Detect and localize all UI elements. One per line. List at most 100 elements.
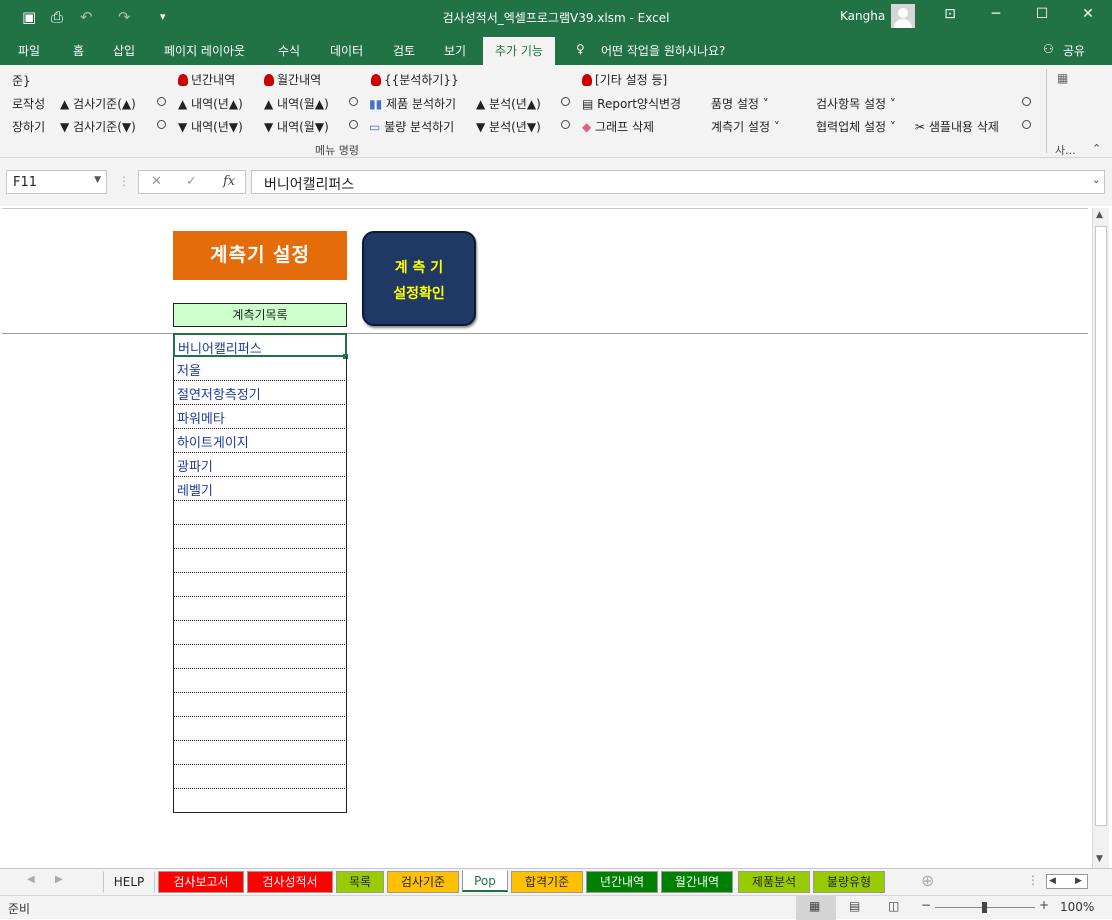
scroll-up-icon[interactable]: ▲	[1096, 210, 1103, 220]
list-cell[interactable]	[173, 549, 347, 573]
close-icon[interactable]: ✕	[1073, 6, 1103, 22]
sheet-tab-inspection-standard[interactable]: 검사기준	[387, 871, 459, 893]
scroll-down-icon[interactable]: ▼	[1096, 854, 1103, 864]
option-circle[interactable]	[1022, 120, 1031, 129]
share-icon[interactable]: ⚇	[1043, 42, 1054, 56]
zoom-out-icon[interactable]: −	[921, 898, 931, 912]
zoom-level[interactable]: 100%	[1060, 900, 1094, 914]
list-cell[interactable]	[173, 669, 347, 693]
ribbon-item-create[interactable]: 로작성	[12, 95, 45, 112]
cancel-icon[interactable]: ✕	[151, 174, 162, 189]
sheet-tab-defect-type[interactable]: 불량유형	[813, 871, 885, 893]
vertical-scrollbar[interactable]: ▲ ▼	[1092, 208, 1109, 868]
sheet-tab-product-analysis[interactable]: 제품분석	[738, 871, 810, 893]
scroll-left-icon[interactable]: ◀	[27, 874, 35, 885]
list-cell[interactable]	[173, 501, 347, 525]
ribbon-collapsed-group[interactable]: 사...	[1055, 142, 1076, 158]
ribbon-item-standard-up[interactable]: ▲ 검사기준(▲)	[60, 95, 136, 112]
list-cell[interactable]	[173, 573, 347, 597]
list-cell[interactable]	[173, 693, 347, 717]
option-circle[interactable]	[157, 120, 166, 129]
scroll-right-icon[interactable]: ▶	[1075, 876, 1082, 886]
list-cell[interactable]	[173, 741, 347, 765]
grid-icon[interactable]: ▦	[1057, 71, 1068, 85]
sheet-tab-yearly[interactable]: 년간내역	[586, 871, 658, 893]
list-cell[interactable]: 저울	[173, 357, 347, 381]
list-cell[interactable]: 광파기	[173, 453, 347, 477]
minimize-icon[interactable]: ─	[981, 6, 1011, 22]
ribbon-item-monthly-down[interactable]: ▼ 내역(월▼)	[264, 118, 329, 135]
sheet-tab-help[interactable]: HELP	[103, 871, 155, 893]
list-cell[interactable]: 레벨기	[173, 477, 347, 501]
list-cell[interactable]	[173, 597, 347, 621]
option-circle[interactable]	[349, 97, 358, 106]
list-cell[interactable]	[173, 765, 347, 789]
maximize-icon[interactable]: ☐	[1027, 6, 1057, 22]
option-circle[interactable]	[1022, 97, 1031, 106]
page-layout-view-icon[interactable]: ▤	[849, 899, 860, 913]
insert-function-icon[interactable]: fx	[223, 174, 235, 189]
sheet-tab-inspection-certificate[interactable]: 검사성적서	[247, 871, 333, 893]
option-circle[interactable]	[349, 120, 358, 129]
ribbon-item-standard[interactable]: 준}	[12, 72, 31, 89]
tab-view[interactable]: 보기	[444, 42, 466, 59]
option-circle[interactable]	[561, 97, 570, 106]
avatar[interactable]	[891, 4, 915, 28]
ribbon-item-monthly[interactable]: 월간내역	[264, 71, 321, 88]
tab-addins[interactable]: 추가 기능	[483, 37, 555, 65]
tab-review[interactable]: 검토	[393, 42, 415, 59]
ribbon-item-other-settings[interactable]: [기타 설정 등]	[582, 71, 667, 88]
share-button[interactable]: 공유	[1063, 42, 1085, 59]
list-cell[interactable]: 절연저항측정기	[173, 381, 347, 405]
sheet-tab-inspection-report[interactable]: 검사보고서	[158, 871, 244, 893]
list-cell[interactable]	[173, 645, 347, 669]
option-circle[interactable]	[157, 97, 166, 106]
ribbon-item-standard-down[interactable]: ▼ 검사기준(▼)	[60, 118, 136, 135]
ribbon-item-save[interactable]: 장하기	[12, 118, 45, 135]
tab-home[interactable]: 홈	[73, 42, 84, 59]
sheet-tab-pop[interactable]: Pop	[462, 870, 508, 892]
list-cell[interactable]	[173, 789, 347, 813]
tab-data[interactable]: 데이터	[330, 42, 363, 59]
list-cell[interactable]: 하이트게이지	[173, 429, 347, 453]
drag-handle-icon[interactable]: ⋮	[118, 174, 130, 188]
ribbon-item-delete-graph[interactable]: ◆ 그래프 삭제	[582, 118, 654, 135]
sheet-tab-list[interactable]: 목록	[336, 871, 384, 893]
ribbon-item-yearly[interactable]: 년간내역	[178, 71, 235, 88]
tab-page-layout[interactable]: 페이지 레이아웃	[164, 42, 245, 59]
scroll-thumb[interactable]	[1095, 226, 1107, 826]
list-cell[interactable]: 버니어캘리퍼스	[173, 333, 347, 357]
page-break-view-icon[interactable]: ◫	[888, 899, 899, 913]
name-box[interactable]: F11 ▼	[6, 170, 107, 194]
scroll-right-icon[interactable]: ▶	[55, 874, 63, 885]
zoom-slider-thumb[interactable]	[982, 902, 987, 913]
drag-handle-icon[interactable]: ⋮	[1027, 873, 1039, 887]
list-cell[interactable]: 파워메타	[173, 405, 347, 429]
normal-view-button[interactable]: ▦	[796, 896, 836, 920]
collapse-ribbon-icon[interactable]: ⌃	[1092, 142, 1101, 155]
list-cell[interactable]	[173, 717, 347, 741]
ribbon-item-analysis-yearly-up[interactable]: ▲ 분석(년▲)	[476, 95, 541, 112]
ribbon-item-analyze[interactable]: {{분석하기}}	[371, 71, 459, 88]
ribbon-item-instrument-setting[interactable]: 계측기 설정 ˅	[711, 118, 780, 135]
confirm-settings-button[interactable]: 계 측 기 설정확인	[362, 231, 476, 326]
worksheet[interactable]: 계측기 설정 계 측 기 설정확인 계측기목록 버니어캘리퍼스 저울 절연저항측…	[2, 208, 1088, 868]
zoom-in-icon[interactable]: +	[1039, 898, 1049, 912]
ribbon-item-yearly-up[interactable]: ▲ 내역(년▲)	[178, 95, 243, 112]
expand-formula-icon[interactable]: ⌄	[1092, 175, 1100, 186]
ribbon-item-supplier-setting[interactable]: 협력업체 설정 ˅	[816, 118, 896, 135]
ribbon-item-defect-analysis[interactable]: ▭ 불량 분석하기	[369, 118, 454, 135]
ribbon-item-monthly-up[interactable]: ▲ 내역(월▲)	[264, 95, 329, 112]
tab-file[interactable]: 파일	[18, 42, 40, 59]
chevron-down-icon[interactable]: ▼	[94, 175, 101, 185]
ribbon-item-delete-sample[interactable]: ✂ 샘플내용 삭제	[915, 118, 999, 135]
formula-input[interactable]: 버니어캘리퍼스	[251, 170, 1105, 194]
ribbon-item-product-name-setting[interactable]: 품명 설정 ˅	[711, 95, 769, 112]
tab-formulas[interactable]: 수식	[278, 42, 300, 59]
user-name[interactable]: Kangha	[840, 9, 885, 23]
list-cell[interactable]	[173, 525, 347, 549]
horizontal-scrollbar[interactable]: ◀ ▶	[1046, 874, 1088, 889]
ribbon-item-inspection-item-setting[interactable]: 검사항목 설정 ˅	[816, 95, 896, 112]
ribbon-item-report-format[interactable]: ▤ Report양식변경	[582, 95, 681, 112]
enter-icon[interactable]: ✓	[186, 174, 197, 189]
